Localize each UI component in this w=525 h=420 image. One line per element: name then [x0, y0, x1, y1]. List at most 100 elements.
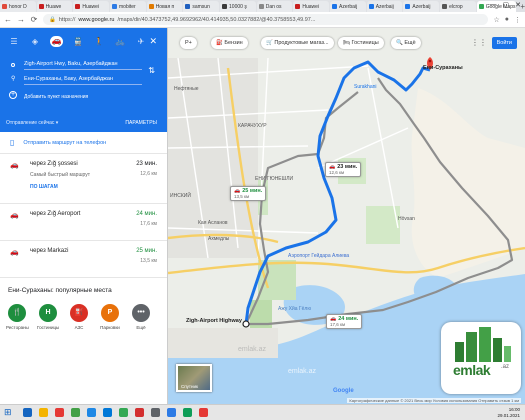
district-label: ИНСКИЙ — [170, 193, 191, 199]
origin-dot-icon — [11, 63, 15, 67]
details-link[interactable]: ПО ШАГАМ — [30, 184, 159, 190]
district-label: КАРАЧУХУР — [238, 123, 267, 129]
route-callout-alt1[interactable]: 🚗 25 мин. 13,5 км — [230, 186, 267, 201]
taskbar-app-icon[interactable] — [150, 408, 160, 417]
route-distance: 12,6 км — [140, 171, 157, 177]
restaurant-icon: 🍴 — [8, 304, 26, 322]
map-chip-hotels[interactable]: 🛏 Гостиницы — [338, 37, 384, 49]
bike-mode-icon[interactable]: 🚲 — [114, 37, 126, 47]
favicon-icon — [38, 4, 44, 9]
url-input[interactable]: 🔒 https://www.google.ru/maps/dir/40.3473… — [43, 14, 489, 25]
category-label: Гостиницы — [37, 325, 60, 330]
back-icon[interactable]: ← — [4, 15, 12, 24]
taskbar-app-icon[interactable] — [102, 408, 112, 417]
browser-tab[interactable]: samsun — [183, 1, 220, 12]
start-icon[interactable]: ⊞ — [4, 407, 12, 418]
taskbar-app-icon[interactable] — [54, 408, 64, 417]
map-chip-parking[interactable]: Р+ — [180, 37, 197, 49]
options-button[interactable]: ПАРАМЕТРЫ — [125, 120, 157, 126]
satellite-toggle[interactable]: Спутник — [176, 364, 212, 392]
destination-pin-icon: ⚲ — [11, 76, 16, 82]
depart-now-dropdown[interactable]: Отправление сейчас ▾ — [6, 120, 58, 126]
route-distance: 17,6 км — [140, 221, 157, 227]
watermark: emlak.az — [238, 346, 267, 353]
taskbar-app-icon[interactable] — [166, 408, 176, 417]
car-mode-icon[interactable]: 🚗 — [50, 36, 63, 47]
close-directions-icon[interactable]: ✕ — [149, 36, 157, 47]
maximize-icon[interactable]: ▢ — [503, 1, 510, 9]
minimize-icon[interactable]: — — [490, 1, 497, 9]
map-chip-groceries[interactable]: 🛒 Продуктовые магаз... — [261, 37, 334, 49]
forward-icon[interactable]: → — [17, 15, 25, 24]
plane-mode-icon[interactable]: ✈ — [135, 37, 147, 47]
route-option-3[interactable]: 🚗 через Markazi 25 мин. 13,5 км — [0, 241, 167, 278]
emlak-logo: emlak .az — [441, 322, 521, 394]
taskbar-app-icon[interactable] — [38, 408, 48, 417]
browser-tab[interactable]: Huawei — [293, 1, 330, 12]
signin-button[interactable]: Войти — [491, 37, 517, 49]
map-chip-more[interactable]: 🔍 Ещё — [391, 37, 421, 49]
favicon-icon — [405, 4, 411, 9]
origin-field[interactable]: Zigh-Airport Hwy, Baku, Азербайджан — [24, 59, 142, 70]
profile-icon[interactable]: ● — [505, 16, 509, 23]
hamburger-menu-icon[interactable]: ☰ — [8, 37, 20, 47]
reload-icon[interactable]: ⟳ — [30, 15, 38, 24]
route-callout-alt2[interactable]: 🚗 24 мин. 17,6 км — [326, 314, 363, 329]
star-icon[interactable]: ☆ — [493, 16, 499, 24]
browser-tab[interactable]: Azerbaij — [330, 1, 366, 12]
route-option-2[interactable]: 🚗 через Zığ Aeroport 24 мин. 17,6 км — [0, 204, 167, 241]
travel-modes: ☰ ◈ 🚗 🚆 🚶 🚲 ✈ — [8, 36, 147, 47]
favicon-icon — [332, 4, 338, 9]
menu-icon[interactable]: ⋮ — [514, 16, 521, 24]
send-to-phone[interactable]: ▯ Отправить маршрут на телефон — [0, 132, 167, 154]
category-more[interactable]: ••• Ещё — [130, 304, 152, 330]
category-restaurant[interactable]: 🍴 Рестораны — [6, 304, 29, 330]
taskbar-app-icon[interactable] — [22, 408, 32, 417]
apps-grid-icon[interactable]: ⋮⋮ — [471, 38, 487, 47]
swap-icon[interactable]: ⇅ — [148, 66, 155, 75]
add-destination-label[interactable]: Добавить пункт назначения — [24, 94, 88, 100]
browser-tab[interactable]: Dan os — [256, 1, 293, 12]
lake-label: Ажу Хйа Гёлю — [278, 306, 312, 312]
popular-places-title: Ени-Сураханы: популярные места — [8, 287, 112, 294]
browser-tab[interactable]: Huawei — [73, 1, 110, 12]
transit-mode-icon[interactable]: 🚆 — [72, 37, 84, 47]
system-clock[interactable]: 16:00 29.01.2021 — [497, 407, 520, 419]
map-canvas[interactable]: Р+ ⛽ Бензин 🛒 Продуктовые магаз... 🛏 Гос… — [168, 28, 525, 404]
category-gas[interactable]: ⛽ АЗС — [68, 304, 90, 330]
favicon-icon — [258, 4, 264, 9]
taskbar-app-icon[interactable] — [134, 408, 144, 417]
popular-categories: 🍴 Рестораны H Гостиницы ⛽ АЗС P Парковки ••• Ещё — [0, 294, 167, 330]
browser-tab[interactable]: honor D — [0, 1, 36, 12]
browser-tab[interactable]: Azerbaij — [403, 1, 440, 12]
close-window-icon[interactable]: ✕ — [515, 1, 521, 9]
map-copyright[interactable]: Картографические данные © 2021 Весь мир … — [347, 398, 521, 403]
destination-field[interactable]: Ени-Сураханы, Баку, Азербайджан — [24, 74, 142, 85]
taskbar-app-icon[interactable] — [182, 408, 192, 417]
taskbar-app-icon[interactable] — [118, 408, 128, 417]
browser-tab[interactable]: Huawe — [36, 1, 73, 12]
browser-tab[interactable]: Новая п — [146, 1, 183, 12]
poi-label: Кая Асланов — [198, 220, 228, 226]
taskbar-app-icon[interactable] — [198, 408, 208, 417]
taskbar-app-icon[interactable] — [70, 408, 80, 417]
category-hotel[interactable]: H Гостиницы — [37, 304, 59, 330]
route-time: 24 мин. — [136, 211, 157, 217]
route-mode-icon[interactable]: ◈ — [29, 37, 41, 47]
address-bar: ← → ⟳ 🔒 https://www.google.ru/maps/dir/4… — [0, 12, 525, 28]
browser-tab[interactable]: elcrop — [440, 1, 476, 12]
route-option-1[interactable]: 🚗 через Zığ şossesi 23 мин. 12,6 км Самы… — [0, 154, 167, 204]
gas-icon: ⛽ — [70, 304, 88, 322]
category-parking[interactable]: P Парковки — [99, 304, 121, 330]
directions-header: ☰ ◈ 🚗 🚆 🚶 🚲 ✈ ✕ Zigh-Airport Hwy, Baku, … — [0, 28, 167, 132]
favicon-icon — [148, 4, 154, 9]
route-callout-fastest[interactable]: 🚗 23 мин. 12,6 км — [325, 162, 362, 177]
browser-tab[interactable]: mobiter — [110, 1, 146, 12]
add-destination-icon[interactable]: + — [9, 91, 17, 99]
walk-mode-icon[interactable]: 🚶 — [93, 37, 105, 47]
taskbar-app-icon[interactable] — [86, 408, 96, 417]
category-label: Рестораны — [6, 325, 29, 330]
browser-tab[interactable]: Azerbaij — [366, 1, 403, 12]
browser-tab[interactable]: 10000 ş — [220, 1, 256, 12]
map-chip-gas[interactable]: ⛽ Бензин — [211, 37, 248, 49]
